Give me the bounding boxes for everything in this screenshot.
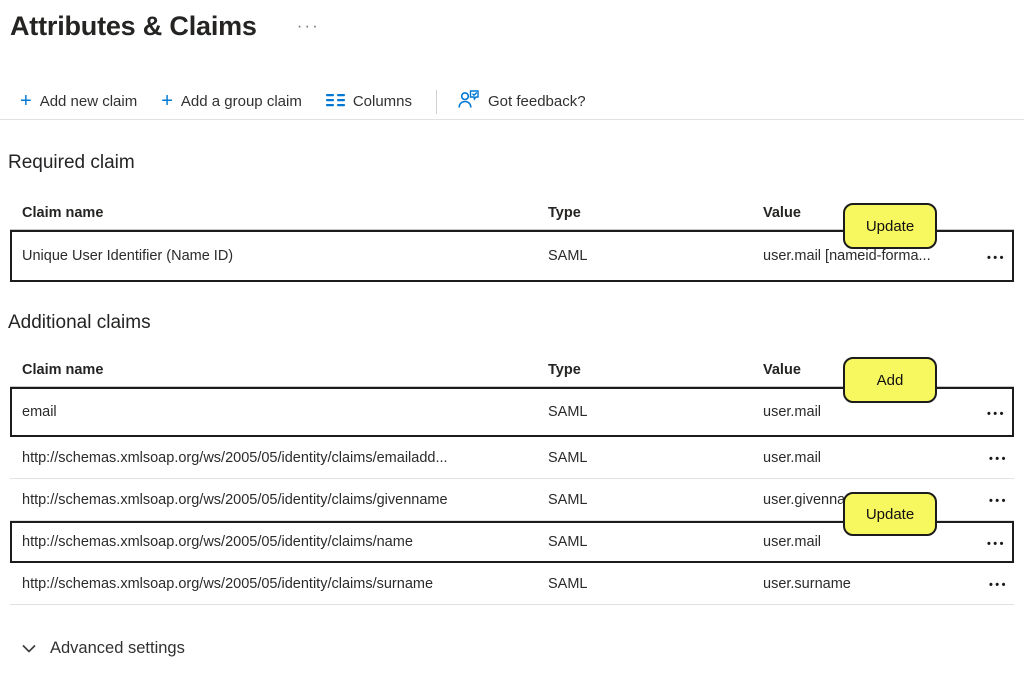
column-header-type[interactable]: Type [548,362,763,378]
claim-type-cell: SAML [548,248,763,264]
plus-icon: + [161,91,173,111]
ellipsis-icon: ••• [989,453,1008,465]
column-header-claim-name[interactable]: Claim name [22,205,548,221]
advanced-settings-expander[interactable]: Advanced settings [22,639,185,658]
row-menu-button[interactable]: ••• [983,490,1014,509]
column-header-type[interactable]: Type [548,205,763,221]
claim-name-cell[interactable]: http://schemas.xmlsoap.org/ws/2005/05/id… [22,576,548,592]
overflow-menu-icon[interactable]: ··· [297,16,320,36]
claim-name-cell[interactable]: email [22,404,548,420]
row-menu-button[interactable]: ••• [981,403,1012,422]
ellipsis-icon: ••• [989,495,1008,507]
claim-value-cell: user.mail [nameid-forma... [763,248,968,264]
row-menu-button[interactable]: ••• [981,247,1012,266]
ellipsis-icon: ••• [989,579,1008,591]
callout-label: Add [877,372,904,389]
claim-type-cell: SAML [548,576,763,592]
advanced-settings-label: Advanced settings [50,639,185,658]
claim-type-cell: SAML [548,492,763,508]
ellipsis-icon: ••• [987,408,1006,420]
table-row[interactable]: http://schemas.xmlsoap.org/ws/2005/05/id… [10,563,1014,605]
callout-label: Update [866,218,914,235]
page-header: Attributes & Claims ··· [0,0,1024,44]
claim-name-cell[interactable]: http://schemas.xmlsoap.org/ws/2005/05/id… [22,534,548,550]
annotation-callout-update-name: Update [843,492,937,536]
ellipsis-icon: ••• [987,252,1006,264]
claim-value-cell: user.mail [763,450,970,466]
row-menu-button[interactable]: ••• [981,533,1012,552]
additional-claims-heading: Additional claims [8,312,1024,334]
got-feedback-label: Got feedback? [488,93,586,110]
page-title: Attributes & Claims [10,11,257,42]
callout-label: Update [866,506,914,523]
add-new-claim-button[interactable]: + Add new claim [20,93,137,111]
row-menu-button[interactable]: ••• [983,574,1014,593]
got-feedback-button[interactable]: Got feedback? [457,89,586,114]
annotation-callout-update-required: Update [843,203,937,249]
claim-value-cell: user.surname [763,576,970,592]
claim-name-cell[interactable]: Unique User Identifier (Name ID) [22,248,548,264]
column-header-claim-name[interactable]: Claim name [22,362,548,378]
ellipsis-icon: ••• [987,538,1006,550]
annotation-callout-add-email: Add [843,357,937,403]
feedback-icon [457,89,480,114]
add-group-claim-button[interactable]: + Add a group claim [161,93,302,111]
columns-icon [326,93,345,111]
claim-type-cell: SAML [548,450,763,466]
claim-type-cell: SAML [548,404,763,420]
claim-name-cell[interactable]: http://schemas.xmlsoap.org/ws/2005/05/id… [22,492,548,508]
command-bar: + Add new claim + Add a group claim Colu… [0,84,1024,120]
plus-icon: + [20,91,32,111]
claim-value-cell: user.mail [763,534,968,550]
claim-value-cell: user.mail [763,404,968,420]
claim-type-cell: SAML [548,534,763,550]
row-menu-button[interactable]: ••• [983,448,1014,467]
columns-button[interactable]: Columns [326,93,412,111]
required-claim-heading: Required claim [8,152,1024,174]
columns-label: Columns [353,93,412,110]
chevron-down-icon [22,641,36,656]
claim-name-cell[interactable]: http://schemas.xmlsoap.org/ws/2005/05/id… [22,450,548,466]
toolbar-divider [436,90,437,114]
add-new-claim-label: Add new claim [40,93,138,110]
table-row[interactable]: http://schemas.xmlsoap.org/ws/2005/05/id… [10,437,1014,479]
add-group-claim-label: Add a group claim [181,93,302,110]
